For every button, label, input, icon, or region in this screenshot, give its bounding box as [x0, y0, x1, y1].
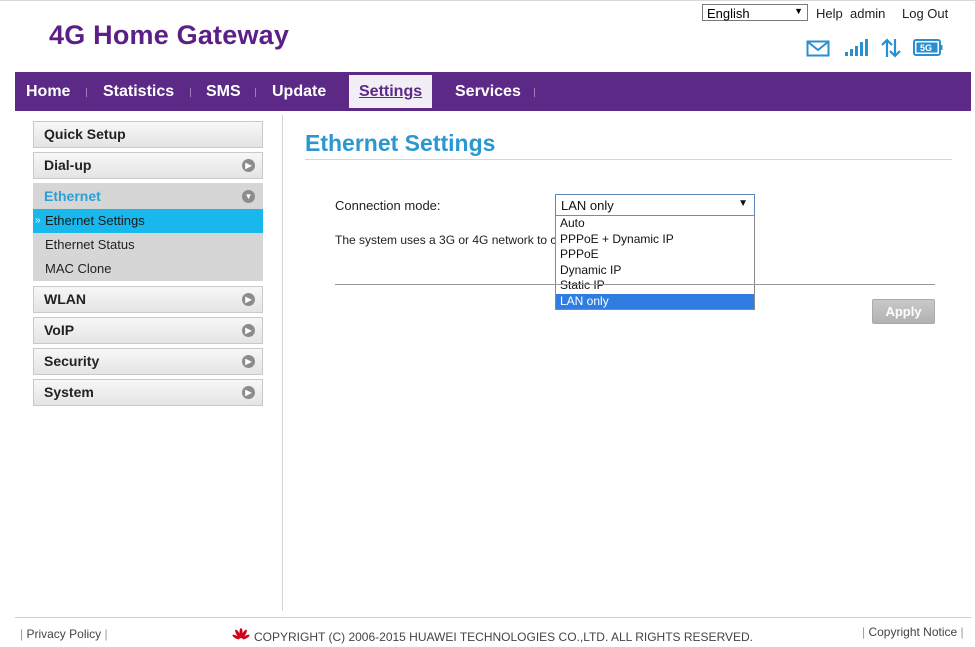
chevron-right-icon: ▶	[242, 355, 255, 368]
sidebar-item-security[interactable]: Security ▶	[33, 348, 263, 375]
language-select[interactable]: English ▼	[702, 4, 808, 21]
connection-mode-value: LAN only	[561, 198, 614, 213]
mail-icon[interactable]	[806, 37, 830, 59]
help-link[interactable]: Help	[816, 6, 843, 21]
sidebar-item-quick-setup[interactable]: Quick Setup	[33, 121, 263, 148]
copyright-text: COPYRIGHT (C) 2006-2015 HUAWEI TECHNOLOG…	[254, 630, 754, 644]
connection-description: The system uses a 3G or 4G network to c	[335, 233, 557, 247]
nav-home[interactable]: Home	[26, 72, 70, 111]
sidebar-item-label: Quick Setup	[44, 126, 126, 142]
network-5g-icon: 5G	[913, 37, 943, 59]
network-badge-label: 5G	[920, 43, 933, 53]
title-divider	[305, 159, 952, 160]
signal-strength-icon	[845, 39, 868, 56]
sidebar-item-label: WLAN	[44, 291, 86, 307]
huawei-logo-icon	[232, 628, 250, 640]
copyright-notice-link[interactable]: Copyright Notice	[868, 625, 957, 639]
sidebar-item-label: System	[44, 384, 94, 400]
sidebar-subitem-label: Ethernet Status	[45, 237, 135, 252]
sidebar-item-dial-up[interactable]: Dial-up ▶	[33, 152, 263, 179]
sidebar-item-system[interactable]: System ▶	[33, 379, 263, 406]
chevron-right-icon: ▶	[242, 324, 255, 337]
sidebar-subitem-label: Ethernet Settings	[45, 213, 145, 228]
footer-divider	[15, 617, 971, 618]
sidebar-subitem-mac-clone[interactable]: MAC Clone	[33, 257, 263, 281]
dropdown-option-lan-only[interactable]: LAN only	[556, 293, 754, 309]
main-nav: Home Statistics SMS Update Settings Serv…	[15, 72, 971, 111]
top-border	[0, 0, 975, 1]
sidebar-subitem-label: MAC Clone	[45, 261, 112, 276]
nav-statistics[interactable]: Statistics	[103, 72, 174, 111]
dropdown-option-static-ip[interactable]: Static IP	[556, 278, 754, 294]
page-title: Ethernet Settings	[305, 130, 496, 156]
nav-settings[interactable]: Settings	[349, 75, 432, 108]
copyright-notice-container: | Copyright Notice |	[862, 625, 964, 639]
apply-button[interactable]: Apply	[872, 299, 935, 324]
sidebar-item-voip[interactable]: VoIP ▶	[33, 317, 263, 344]
nav-separator	[534, 88, 535, 97]
content-divider	[335, 284, 935, 285]
data-transfer-icon	[881, 38, 901, 58]
connection-mode-label: Connection mode:	[335, 198, 441, 213]
logout-link[interactable]: Log Out	[902, 6, 948, 21]
chevron-right-icon: ▶	[242, 386, 255, 399]
dropdown-option-dynamic-ip[interactable]: Dynamic IP	[556, 263, 754, 279]
dropdown-option-auto[interactable]: Auto	[556, 216, 754, 232]
sidebar-item-ethernet[interactable]: Ethernet ▼	[33, 183, 263, 210]
nav-services[interactable]: Services	[455, 72, 521, 111]
user-name: admin	[850, 6, 886, 21]
nav-update[interactable]: Update	[272, 72, 326, 111]
chevron-right-icon: ▶	[242, 159, 255, 172]
privacy-policy-link[interactable]: Privacy Policy	[26, 627, 101, 641]
connection-mode-select[interactable]: LAN only ▼	[555, 194, 755, 216]
sidebar-item-label: Ethernet	[44, 188, 101, 204]
brand-title: 4G Home Gateway	[49, 20, 290, 50]
arrow-right-icon: »	[35, 215, 41, 226]
chevron-right-icon: ▶	[242, 293, 255, 306]
sidebar-item-wlan[interactable]: WLAN ▶	[33, 286, 263, 313]
privacy-policy-container: | Privacy Policy |	[20, 627, 108, 641]
language-select-value: English	[707, 6, 750, 21]
dropdown-option-pppoe[interactable]: PPPoE	[556, 247, 754, 263]
connection-mode-dropdown: Auto PPPoE + Dynamic IP PPPoE Dynamic IP…	[555, 215, 755, 310]
nav-separator	[190, 88, 191, 97]
sidebar-subitem-ethernet-settings[interactable]: » Ethernet Settings	[33, 209, 263, 233]
dropdown-option-pppoe-dynamic-ip[interactable]: PPPoE + Dynamic IP	[556, 232, 754, 248]
sidebar-item-label: VoIP	[44, 322, 75, 338]
sidebar-item-label: Security	[44, 353, 100, 369]
chevron-down-icon: ▼	[242, 190, 255, 203]
chevron-down-icon: ▼	[794, 6, 803, 16]
nav-separator	[255, 88, 256, 97]
sidebar-item-label: Dial-up	[44, 157, 92, 173]
nav-separator	[86, 88, 87, 97]
nav-sms[interactable]: SMS	[206, 72, 241, 111]
sidebar-divider	[282, 115, 283, 611]
chevron-down-icon: ▼	[738, 198, 748, 209]
sidebar-subitem-ethernet-status[interactable]: Ethernet Status	[33, 233, 263, 257]
